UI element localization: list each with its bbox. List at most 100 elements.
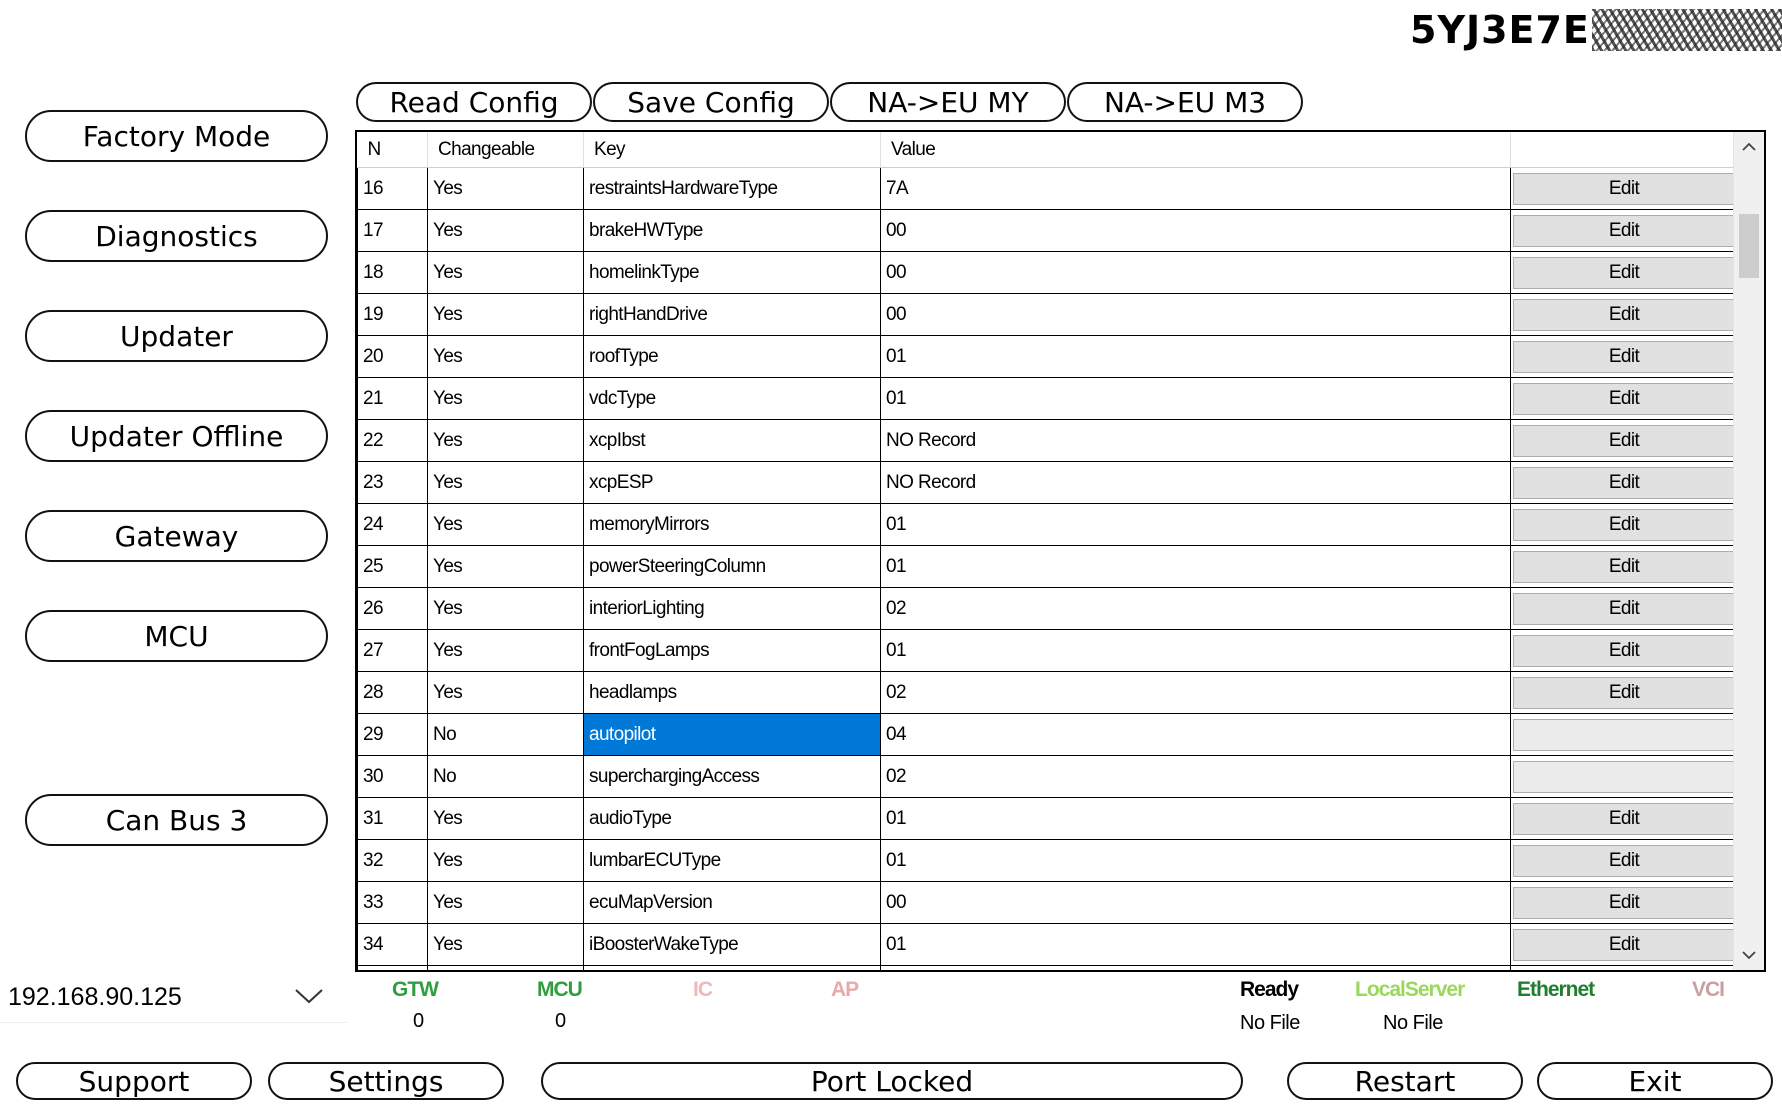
cell-key[interactable]: xcpESP [583, 461, 881, 504]
cell-value[interactable]: 01 [880, 503, 1511, 546]
table-row[interactable]: 31 Yes audioType 01 Edit [357, 797, 1738, 840]
cell-n[interactable]: 26 [357, 587, 428, 630]
edit-button[interactable]: Edit [1513, 592, 1735, 625]
cell-changeable[interactable]: Yes [427, 251, 584, 294]
factory-mode-button[interactable]: Factory Mode [25, 110, 328, 162]
port-locked-button[interactable]: Port Locked [541, 1062, 1243, 1100]
cell-value[interactable]: 00 [880, 209, 1511, 252]
table-row[interactable]: 19 Yes rightHandDrive 00 Edit [357, 293, 1738, 336]
settings-button[interactable]: Settings [268, 1062, 504, 1100]
cell-value[interactable]: 01 [880, 923, 1511, 966]
cell-key[interactable]: powerSteeringColumn [583, 545, 881, 588]
config-grid[interactable]: N Changeable Key Value 16 Yes restraintsHa… [355, 130, 1766, 972]
chevron-down-icon[interactable] [292, 982, 326, 1012]
edit-button[interactable]: Edit [1513, 676, 1735, 709]
cell-value[interactable]: 03 [880, 965, 1511, 970]
cell-changeable[interactable]: Yes [427, 419, 584, 462]
table-row[interactable]: 33 Yes ecuMapVersion 00 Edit [357, 881, 1738, 924]
can-bus-3-button[interactable]: Can Bus 3 [25, 794, 328, 846]
cell-key[interactable]: memoryMirrors [583, 503, 881, 546]
table-row[interactable]: 20 Yes roofType 01 Edit [357, 335, 1738, 378]
table-row[interactable]: 34 Yes iBoosterWakeType 01 Edit [357, 923, 1738, 966]
cell-key[interactable]: restraintsHardwareType [583, 167, 881, 210]
cell-n[interactable]: 19 [357, 293, 428, 336]
cell-key[interactable]: brakeHWType [583, 209, 881, 252]
cell-changeable[interactable]: Yes [427, 629, 584, 672]
cell-key[interactable]: roofType [583, 335, 881, 378]
cell-value[interactable]: 00 [880, 251, 1511, 294]
table-row[interactable]: 28 Yes headlamps 02 Edit [357, 671, 1738, 714]
cell-key[interactable]: numberHVILNodes [583, 965, 881, 970]
table-row[interactable]: 17 Yes brakeHWType 00 Edit [357, 209, 1738, 252]
ip-address-select[interactable]: 192.168.90.125 [0, 972, 348, 1023]
cell-value[interactable]: 02 [880, 671, 1511, 714]
cell-key[interactable]: homelinkType [583, 251, 881, 294]
edit-button[interactable]: Edit [1513, 466, 1735, 499]
scroll-down-icon[interactable] [1734, 940, 1764, 970]
table-row[interactable]: 27 Yes frontFogLamps 01 Edit [357, 629, 1738, 672]
table-row[interactable]: 22 Yes xcpIbst NO Record Edit [357, 419, 1738, 462]
cell-value[interactable]: NO Record [880, 419, 1511, 462]
column-header-changeable[interactable]: Changeable [427, 132, 584, 168]
updater-button[interactable]: Updater [25, 310, 328, 362]
restart-button[interactable]: Restart [1287, 1062, 1523, 1100]
cell-key[interactable]: superchargingAccess [583, 755, 881, 798]
cell-changeable[interactable]: No [427, 755, 584, 798]
cell-value[interactable]: 00 [880, 293, 1511, 336]
na-eu-m3-button[interactable]: NA->EU M3 [1067, 82, 1303, 122]
table-row[interactable]: 24 Yes memoryMirrors 01 Edit [357, 503, 1738, 546]
edit-button[interactable]: Edit [1513, 634, 1735, 667]
cell-key[interactable]: lumbarECUType [583, 839, 881, 882]
column-header-key[interactable]: Key [583, 132, 881, 168]
cell-value[interactable]: 01 [880, 335, 1511, 378]
cell-key[interactable]: interiorLighting [583, 587, 881, 630]
updater-offline-button[interactable]: Updater Offline [25, 410, 328, 462]
cell-changeable[interactable]: Yes [427, 839, 584, 882]
read-config-button[interactable]: Read Config [356, 82, 592, 122]
edit-button[interactable]: Edit [1513, 424, 1735, 457]
cell-n[interactable]: 30 [357, 755, 428, 798]
cell-n[interactable]: 29 [357, 713, 428, 756]
cell-changeable[interactable]: Yes [427, 503, 584, 546]
cell-changeable[interactable]: Yes [427, 965, 584, 970]
table-row[interactable]: 30 No superchargingAccess 02 [357, 755, 1738, 798]
scroll-up-icon[interactable] [1734, 132, 1764, 162]
cell-n[interactable]: 25 [357, 545, 428, 588]
cell-changeable[interactable]: Yes [427, 881, 584, 924]
cell-n[interactable]: 35 [357, 965, 428, 970]
cell-key[interactable]: frontFogLamps [583, 629, 881, 672]
cell-changeable[interactable]: Yes [427, 167, 584, 210]
cell-key[interactable]: xcpIbst [583, 419, 881, 462]
cell-n[interactable]: 23 [357, 461, 428, 504]
save-config-button[interactable]: Save Config [593, 82, 829, 122]
cell-changeable[interactable]: No [427, 713, 584, 756]
column-header-value[interactable]: Value [880, 132, 1511, 168]
edit-button[interactable]: Edit [1513, 172, 1735, 205]
cell-changeable[interactable]: Yes [427, 293, 584, 336]
table-row[interactable]: 32 Yes lumbarECUType 01 Edit [357, 839, 1738, 882]
table-row[interactable]: 35YesnumberHVILNodes03Edit [357, 965, 1738, 970]
cell-changeable[interactable]: Yes [427, 335, 584, 378]
table-row[interactable]: 18 Yes homelinkType 00 Edit [357, 251, 1738, 294]
cell-n[interactable]: 32 [357, 839, 428, 882]
cell-value[interactable]: 04 [880, 713, 1511, 756]
edit-button[interactable]: Edit [1513, 844, 1735, 877]
cell-value[interactable]: 7A [880, 167, 1511, 210]
cell-value[interactable]: 00 [880, 881, 1511, 924]
edit-button[interactable]: Edit [1513, 508, 1735, 541]
cell-n[interactable]: 20 [357, 335, 428, 378]
exit-button[interactable]: Exit [1537, 1062, 1773, 1100]
cell-n[interactable]: 18 [357, 251, 428, 294]
cell-changeable[interactable]: Yes [427, 923, 584, 966]
cell-n[interactable]: 24 [357, 503, 428, 546]
cell-changeable[interactable]: Yes [427, 209, 584, 252]
cell-key[interactable]: rightHandDrive [583, 293, 881, 336]
cell-n[interactable]: 17 [357, 209, 428, 252]
edit-button[interactable]: Edit [1513, 214, 1735, 247]
table-row[interactable]: 16 Yes restraintsHardwareType 7A Edit [357, 167, 1738, 210]
cell-n[interactable]: 34 [357, 923, 428, 966]
edit-button[interactable]: Edit [1513, 298, 1735, 331]
cell-n[interactable]: 27 [357, 629, 428, 672]
edit-button[interactable]: Edit [1513, 550, 1735, 583]
cell-changeable[interactable]: Yes [427, 671, 584, 714]
